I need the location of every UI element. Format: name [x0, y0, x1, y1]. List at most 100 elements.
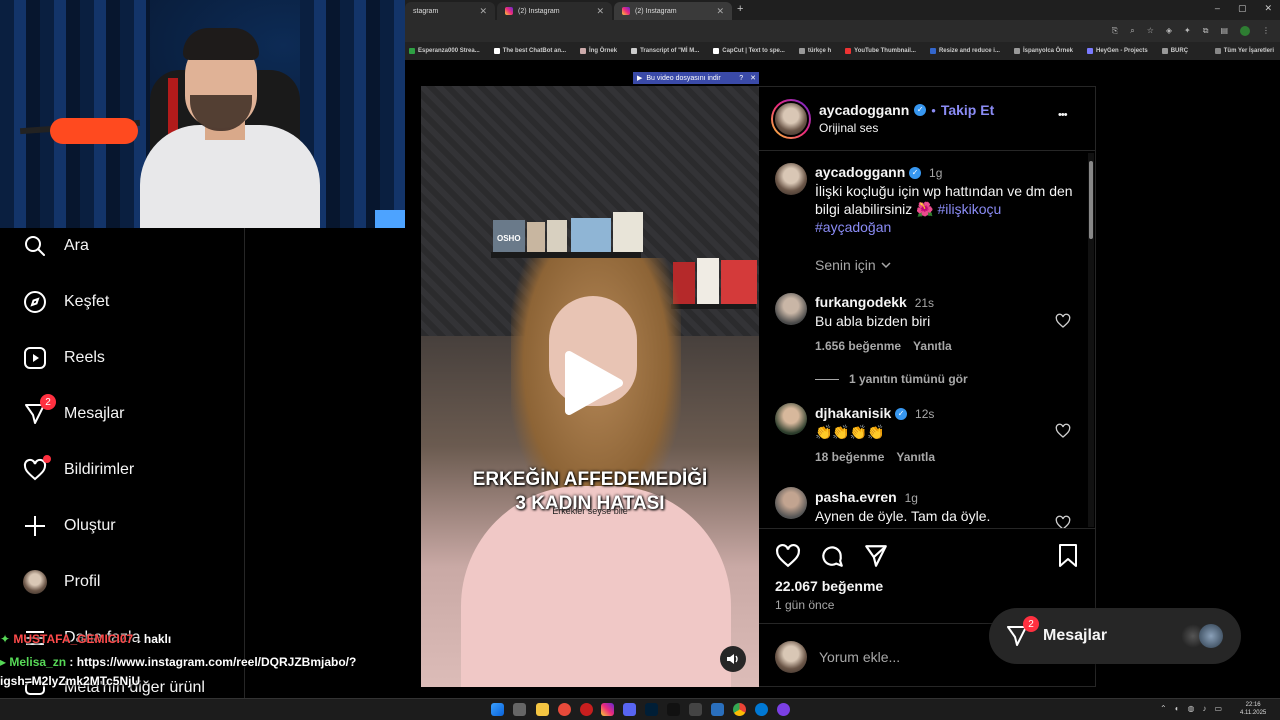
hashtag-link[interactable]: #ayçadoğan	[815, 219, 891, 235]
chrome-icon[interactable]	[733, 703, 746, 716]
reply-button[interactable]: Yanıtla	[896, 450, 935, 464]
close-icon[interactable]: ✕	[479, 6, 487, 17]
bookmark-item[interactable]: İspanyolca Örnek	[1013, 48, 1073, 54]
comment-sort-filter[interactable]: Senin için	[815, 257, 892, 273]
scrollbar-track[interactable]	[1088, 153, 1094, 527]
instagram-icon[interactable]	[601, 703, 614, 716]
save-button[interactable]	[1057, 543, 1079, 574]
profile-avatar[interactable]	[1240, 26, 1250, 36]
bookmark-item[interactable]: türkçe h	[798, 48, 831, 54]
video-download-bar[interactable]: ▶ Bu video dosyasını indir ? ✕	[633, 72, 759, 84]
zoom-icon[interactable]: ⌕	[1130, 26, 1134, 36]
audio-label[interactable]: Orijinal ses	[819, 121, 878, 135]
like-comment-button[interactable]	[1055, 515, 1071, 528]
bookmark-item[interactable]: The best ChatBot an...	[493, 48, 566, 54]
reel-video[interactable]: OSHO ERKEĞİN AFFEDEMEDİĞİ 3 KADIN HATASI…	[421, 86, 759, 687]
scrollbar-thumb[interactable]	[1089, 161, 1093, 239]
chevron-up-icon[interactable]: ⌃	[1160, 704, 1167, 713]
help-icon[interactable]: ?	[739, 75, 743, 82]
browser-tab[interactable]: stagram ✕	[405, 2, 495, 20]
task-view-icon[interactable]	[513, 703, 526, 716]
share-icon[interactable]	[863, 543, 889, 569]
all-bookmarks[interactable]: Tüm Yer İşaretleri	[1214, 48, 1280, 54]
app-icon[interactable]	[777, 703, 790, 716]
menu-icon[interactable]: ⋮	[1262, 26, 1270, 36]
sidebar-item-reels[interactable]: Reels	[22, 342, 105, 374]
comment-username[interactable]: djhakanisik	[815, 405, 891, 421]
comment-likes[interactable]: 1.656 beğenme	[815, 339, 901, 353]
avatar[interactable]	[775, 487, 807, 519]
avatar[interactable]	[775, 163, 807, 195]
likes-count[interactable]: 22.067 beğenme	[775, 578, 883, 594]
close-icon[interactable]: ✕	[596, 6, 604, 17]
comment-input[interactable]: Yorum ekle...	[819, 649, 900, 665]
bookmark-item[interactable]: Esperanza000 Strea...	[409, 48, 480, 54]
bookmark-item[interactable]: İng Örnek	[580, 48, 617, 54]
avatar[interactable]	[775, 403, 807, 435]
discord-icon[interactable]	[623, 703, 636, 716]
comment-likes[interactable]: 18 beğenme	[815, 450, 884, 464]
comment-username[interactable]: furkangodekk	[815, 294, 907, 310]
view-replies[interactable]: 1 yanıtın tümünü gör	[815, 372, 968, 386]
start-icon[interactable]	[491, 703, 504, 716]
app-icon[interactable]	[711, 703, 724, 716]
more-options-icon[interactable]: •••	[1058, 109, 1068, 121]
bookmark-item[interactable]: YouTube Thumbnail...	[845, 48, 916, 54]
sidebar-item-explore[interactable]: Keşfet	[22, 286, 109, 318]
browser-tab-active[interactable]: (2) Instagram ✕	[614, 2, 732, 20]
sidebar-item-profile[interactable]: Profil	[22, 566, 100, 598]
bookmark-item[interactable]: Resize and reduce i...	[929, 48, 1000, 54]
bookmark-label: Transcript of "Mİ M...	[640, 48, 700, 54]
capcut-icon[interactable]	[689, 703, 702, 716]
close-icon[interactable]: ✕	[1264, 3, 1272, 14]
extension-icon[interactable]: ◈	[1166, 26, 1172, 36]
clock[interactable]: 22:16 4.11.2025	[1240, 701, 1266, 717]
mute-button[interactable]	[720, 646, 746, 672]
author-avatar-ring[interactable]	[771, 99, 811, 139]
edge-icon[interactable]	[755, 703, 768, 716]
caption-username[interactable]: aycadoggann	[815, 164, 905, 180]
author-username[interactable]: aycadoggann	[819, 102, 909, 118]
comment-username[interactable]: pasha.evren	[815, 489, 897, 505]
install-icon[interactable]: ⎘	[1112, 26, 1118, 36]
messages-float-button[interactable]: 2 Mesajlar	[989, 608, 1241, 664]
volume-icon[interactable]: ♪	[1203, 704, 1207, 713]
sidebar-icon[interactable]: ▤	[1220, 26, 1228, 36]
app-tray-icon[interactable]: ◐	[1175, 704, 1180, 713]
reply-button[interactable]: Yanıtla	[913, 339, 952, 353]
browser-tab[interactable]: (2) Instagram ✕	[497, 2, 612, 20]
close-icon[interactable]: ✕	[747, 74, 759, 82]
avatar[interactable]	[775, 293, 807, 325]
sidebar-item-search[interactable]: Ara	[22, 230, 89, 262]
comment-icon[interactable]	[819, 543, 845, 569]
battery-icon[interactable]: ▭	[1215, 704, 1223, 713]
photoshop-icon[interactable]	[645, 703, 658, 716]
tiktok-icon[interactable]	[667, 703, 680, 716]
close-icon[interactable]: ✕	[716, 6, 724, 17]
maximize-icon[interactable]: ▢	[1238, 3, 1247, 14]
new-tab-button[interactable]: +	[737, 3, 743, 15]
bookmark-item[interactable]: HeyGen - Projects	[1087, 48, 1148, 54]
sidebar-item-notifications[interactable]: Bildirimler	[22, 454, 134, 486]
like-heart-icon[interactable]	[775, 543, 801, 569]
star-icon[interactable]: ☆	[1147, 26, 1154, 36]
like-comment-button[interactable]	[1055, 313, 1071, 334]
network-icon[interactable]: ◍	[1188, 704, 1195, 713]
follow-button[interactable]: Takip Et	[941, 102, 994, 118]
extensions-puzzle-icon[interactable]: ⧉	[1203, 26, 1209, 36]
address-bar[interactable]: ⎘ ⌕ ☆ ◈ ✦ ⧉ ▤ ⋮	[405, 20, 1280, 42]
minimize-icon[interactable]: –	[1215, 3, 1220, 14]
comments-scroll[interactable]: aycadoggann ✓ 1g İlişki koçluğu için wp …	[759, 151, 1095, 529]
play-button[interactable]	[563, 349, 625, 417]
extension-icon[interactable]: ✦	[1184, 26, 1191, 36]
bookmark-item[interactable]: CapCut | Text to spe...	[713, 48, 785, 54]
opera-icon[interactable]	[580, 703, 593, 716]
sidebar-item-create[interactable]: Oluştur	[22, 510, 116, 542]
bookmark-item[interactable]: BURÇ	[1161, 48, 1188, 54]
like-comment-button[interactable]	[1055, 423, 1071, 444]
sidebar-item-messages[interactable]: 2 Mesajlar	[22, 394, 124, 430]
app-icon[interactable]	[558, 703, 571, 716]
bookmark-item[interactable]: Transcript of "Mİ M...	[631, 48, 699, 54]
hashtag-link[interactable]: #ilişkikoçu	[937, 201, 1001, 217]
file-explorer-icon[interactable]	[536, 703, 549, 716]
